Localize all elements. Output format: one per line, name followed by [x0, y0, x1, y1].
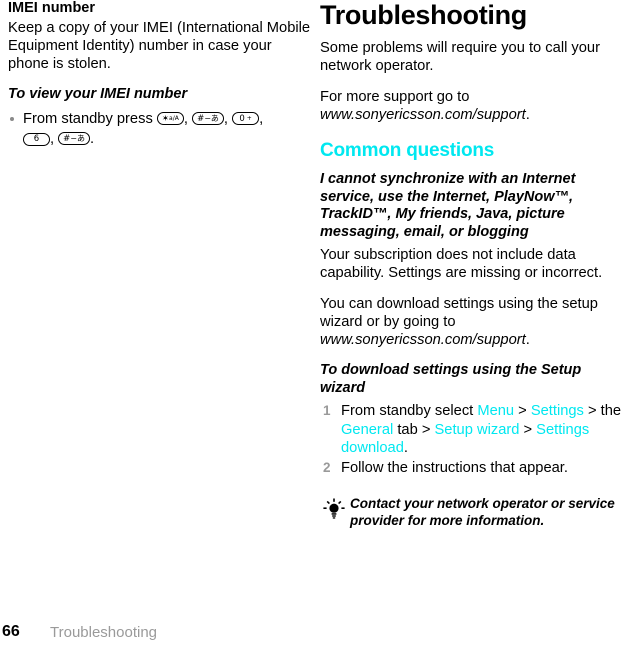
support-lead-text: For more support go to [320, 89, 470, 105]
bullet-text-prefix: From standby press [23, 110, 153, 127]
star-key: ✶a/A [156, 111, 184, 125]
page-number: 66 [2, 623, 20, 640]
star-key-glyph: ✶ [161, 113, 170, 124]
key-separator-1: , [183, 110, 193, 127]
left-column: IMEI number Keep a copy of your IMEI (In… [8, 0, 312, 151]
download-period: . [525, 332, 530, 348]
support-period: . [525, 107, 530, 123]
download-url: www.sonyericsson.com/support [320, 332, 526, 348]
list-item: 2 Follow the instructions that appear. [320, 459, 625, 478]
menu-ref: General [341, 421, 394, 438]
imei-steps-list: From standby press ✶a/A, #−あ, 0 +, 6, #−… [8, 109, 312, 149]
intro-paragraph: Some problems will require you to call y… [320, 40, 600, 74]
step-text: From standby select Menu > Settings > th… [341, 403, 621, 456]
right-column: Troubleshooting Some problems will requi… [320, 0, 625, 529]
key-sequence-continued: 6, #−あ. [23, 131, 94, 147]
star-key-label: a/A [169, 114, 179, 122]
step-number: 1 [323, 403, 331, 418]
six-key: 6 [23, 132, 50, 146]
hash-key-2-label: −あ [70, 133, 85, 143]
zero-key: 0 + [232, 111, 260, 125]
question-heading: I cannot synchronize with an Internet se… [320, 171, 576, 240]
answer-paragraph: Your subscription does not include data … [320, 247, 603, 281]
hash-key-label: −あ [204, 113, 219, 123]
step-segment: > [519, 421, 537, 438]
setup-wizard-procedure-heading: To download settings using the Setup wiz… [320, 362, 582, 396]
tip-text: Contact your network operator or service… [350, 496, 615, 528]
step-number: 2 [323, 459, 331, 475]
hash-key-2: #−あ [58, 131, 90, 145]
zero-key-label: + [244, 114, 252, 122]
key-separator-3: , [259, 110, 264, 127]
step-segment: . [403, 440, 408, 456]
imei-paragraph: Keep a copy of your IMEI (International … [8, 20, 311, 72]
menu-ref: Setup wizard [434, 421, 520, 438]
step-segment: > the [583, 403, 622, 419]
download-lead-text: You can download settings using the setu… [320, 296, 598, 330]
tip-note: Contact your network operator or service… [320, 495, 625, 529]
key-sequence: ✶a/A, #−あ, 0 +, [156, 110, 264, 127]
key-separator-2: , [223, 110, 233, 127]
list-item: 1 From standby select Menu > Settings > … [320, 402, 625, 458]
step-segment: Follow the instructions that appear. [341, 459, 568, 476]
footer-section-title: Troubleshooting [50, 624, 158, 641]
menu-ref: Settings [530, 403, 584, 419]
step-text: Follow the instructions that appear. [341, 460, 568, 476]
hash-key: #−あ [192, 111, 224, 125]
list-item: From standby press ✶a/A, #−あ, 0 +, 6, #−… [8, 109, 312, 149]
view-imei-procedure-heading: To view your IMEI number [8, 86, 188, 102]
step-segment: From standby select [341, 403, 478, 419]
six-key-glyph: 6 [33, 133, 40, 144]
key-sequence-period: . [90, 130, 95, 147]
setup-wizard-steps: 1 From standby select Menu > Settings > … [320, 402, 625, 477]
imei-heading: IMEI number [8, 0, 96, 16]
lightbulb-icon [322, 497, 346, 521]
manual-page: IMEI number Keep a copy of your IMEI (In… [0, 0, 633, 653]
download-paragraph: You can download settings using the setu… [320, 295, 625, 349]
page-title: Troubleshooting [320, 0, 527, 30]
step-segment: tab > [393, 421, 435, 438]
support-url: www.sonyericsson.com/support [320, 107, 526, 123]
key-separator-4: , [50, 130, 59, 147]
common-questions-heading: Common questions [320, 140, 495, 161]
support-paragraph: For more support go to www.sonyericsson.… [320, 88, 625, 124]
step-segment: > [514, 403, 531, 419]
page-footer: 66 Troubleshooting [0, 623, 633, 645]
menu-ref: Menu [477, 403, 515, 419]
